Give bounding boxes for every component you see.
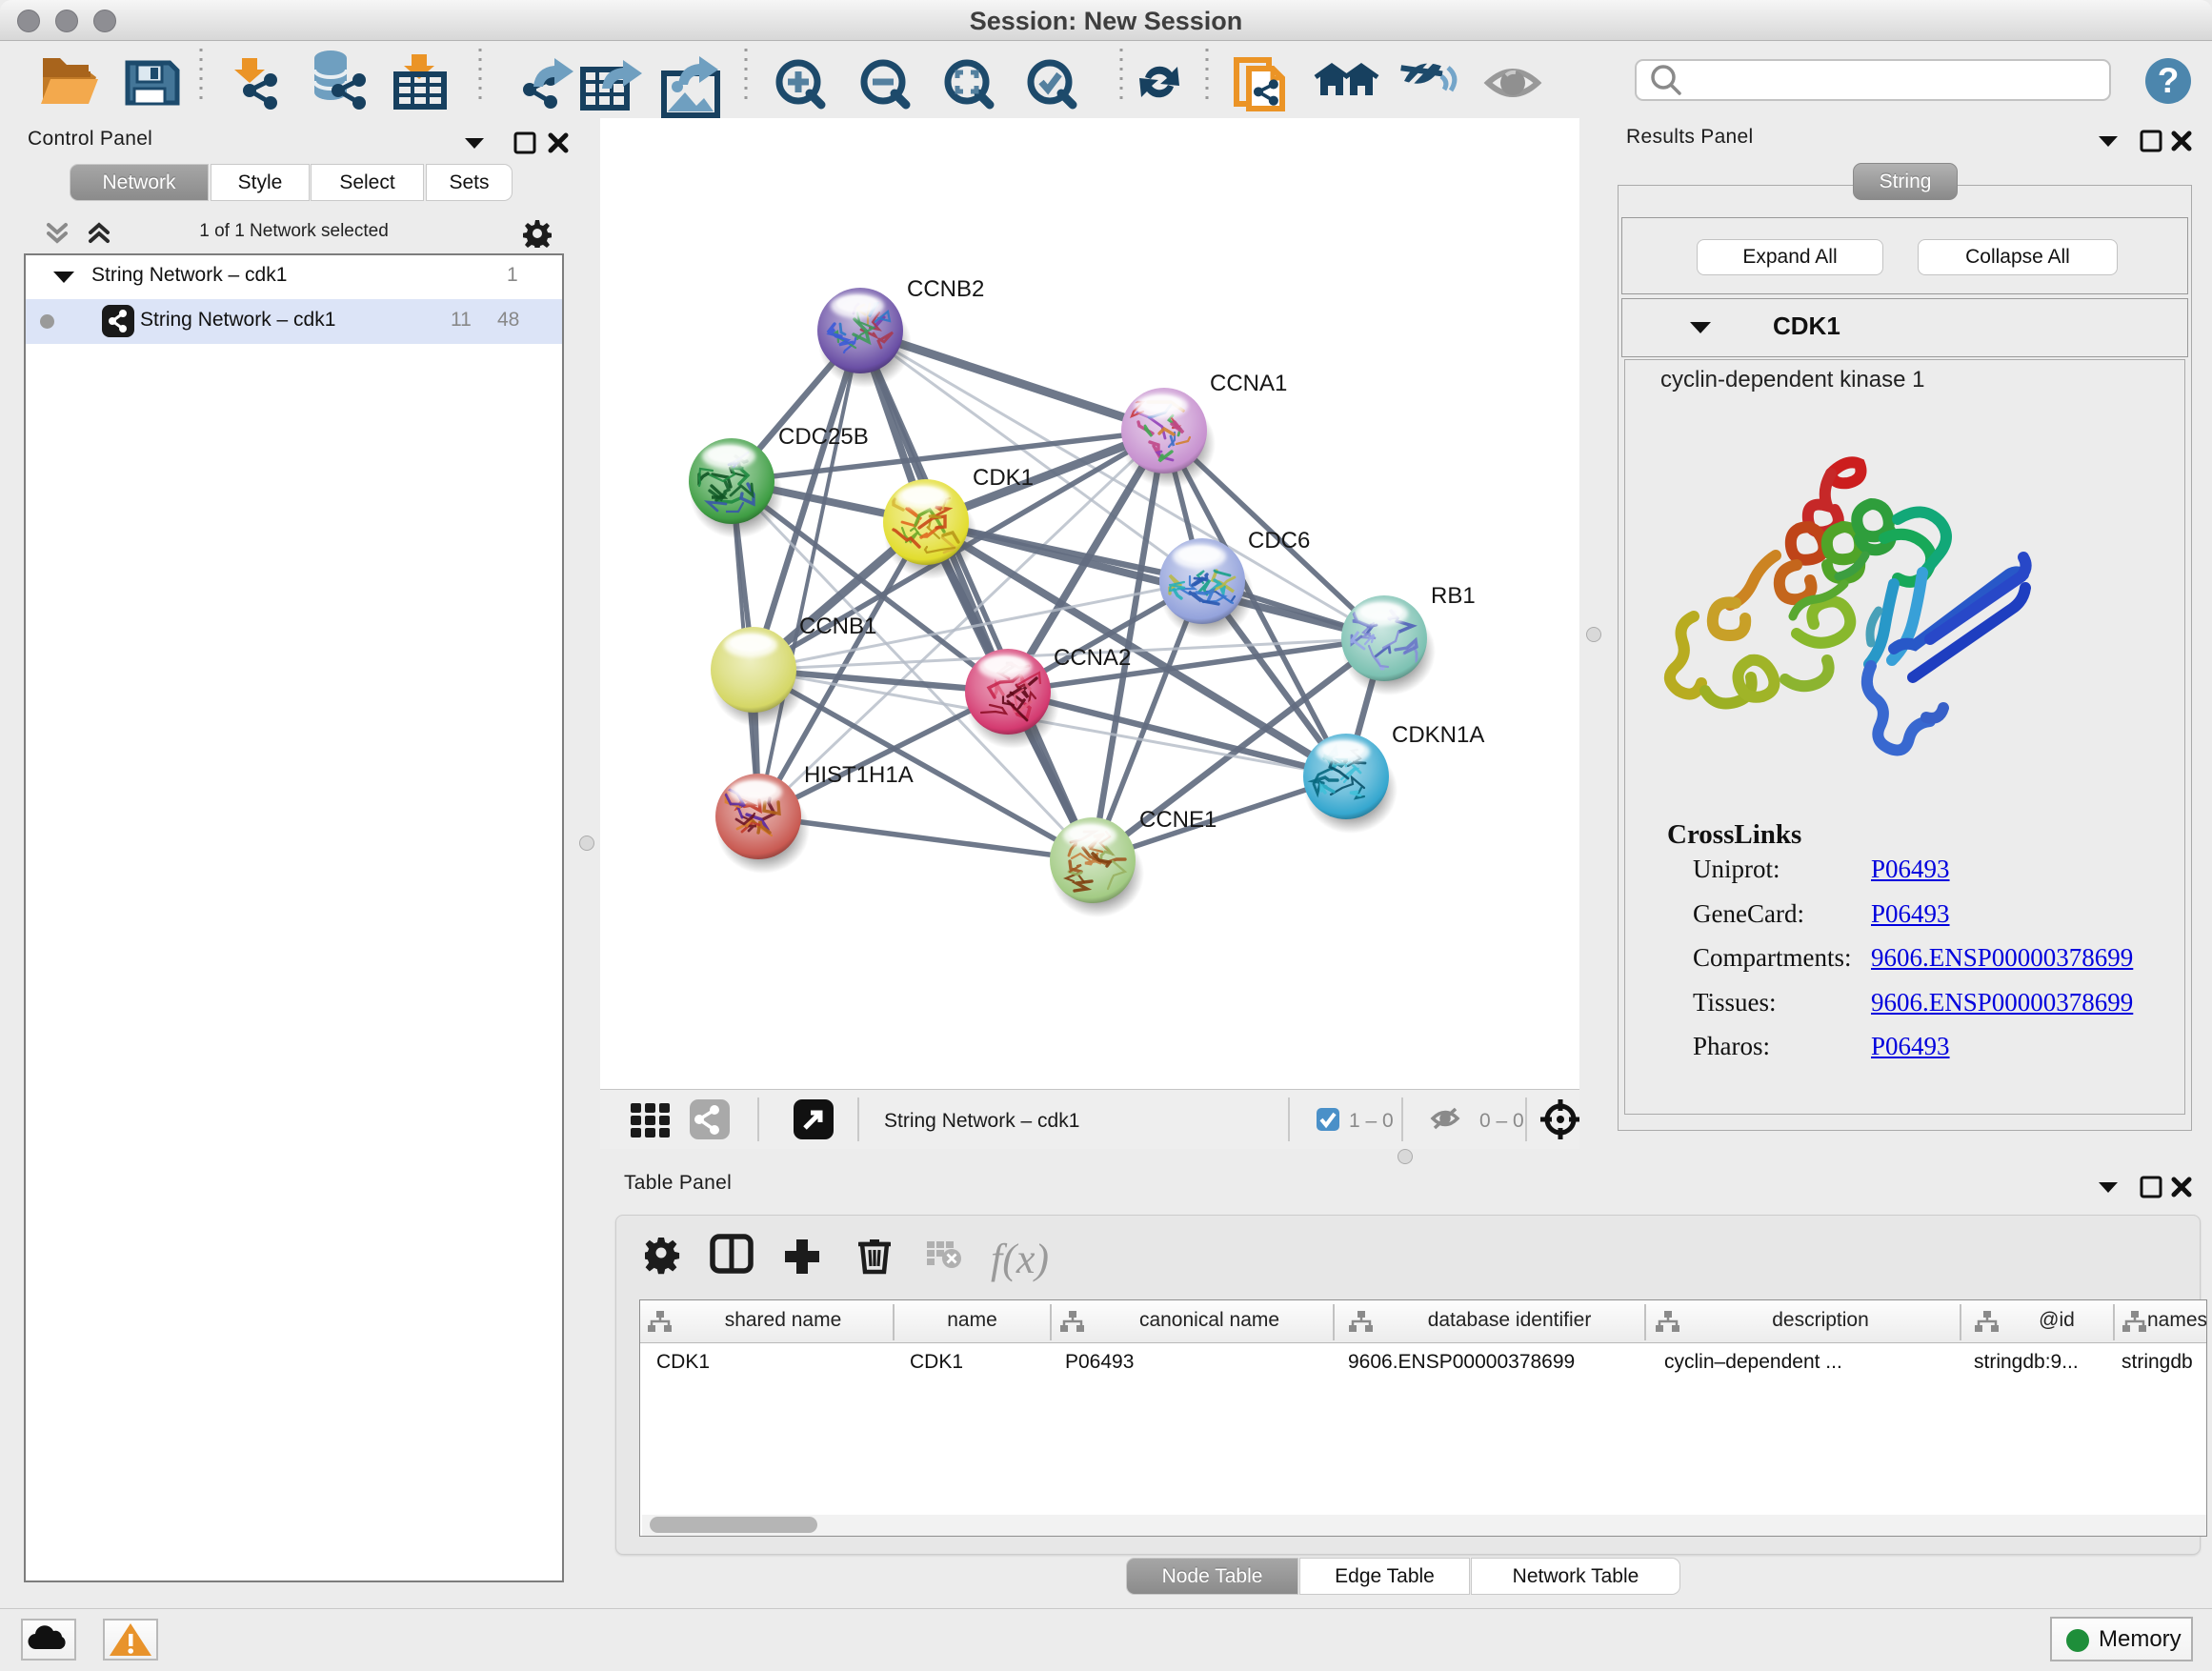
svg-text:?: ? — [2158, 61, 2180, 100]
svg-text:CDC25B: CDC25B — [778, 424, 869, 450]
svg-text:CDC6: CDC6 — [1248, 528, 1310, 554]
svg-text:1 – 0: 1 – 0 — [1349, 1110, 1394, 1132]
svg-text:0 – 0: 0 – 0 — [1479, 1110, 1524, 1132]
svg-text:CCNA1: CCNA1 — [1210, 371, 1287, 396]
svg-text:String Network – cdk1: String Network – cdk1 — [884, 1110, 1079, 1132]
svg-text:CCNE1: CCNE1 — [1139, 807, 1217, 833]
svg-text:CCNA2: CCNA2 — [1054, 645, 1131, 671]
svg-text:HIST1H1A: HIST1H1A — [804, 762, 914, 788]
svg-text:CDK1: CDK1 — [973, 465, 1034, 491]
svg-text:CCNB2: CCNB2 — [907, 276, 984, 302]
svg-text:RB1: RB1 — [1431, 583, 1476, 609]
svg-text:CDKN1A: CDKN1A — [1392, 722, 1484, 748]
svg-text:f(x): f(x) — [991, 1236, 1049, 1282]
svg-text:CCNB1: CCNB1 — [799, 614, 876, 639]
